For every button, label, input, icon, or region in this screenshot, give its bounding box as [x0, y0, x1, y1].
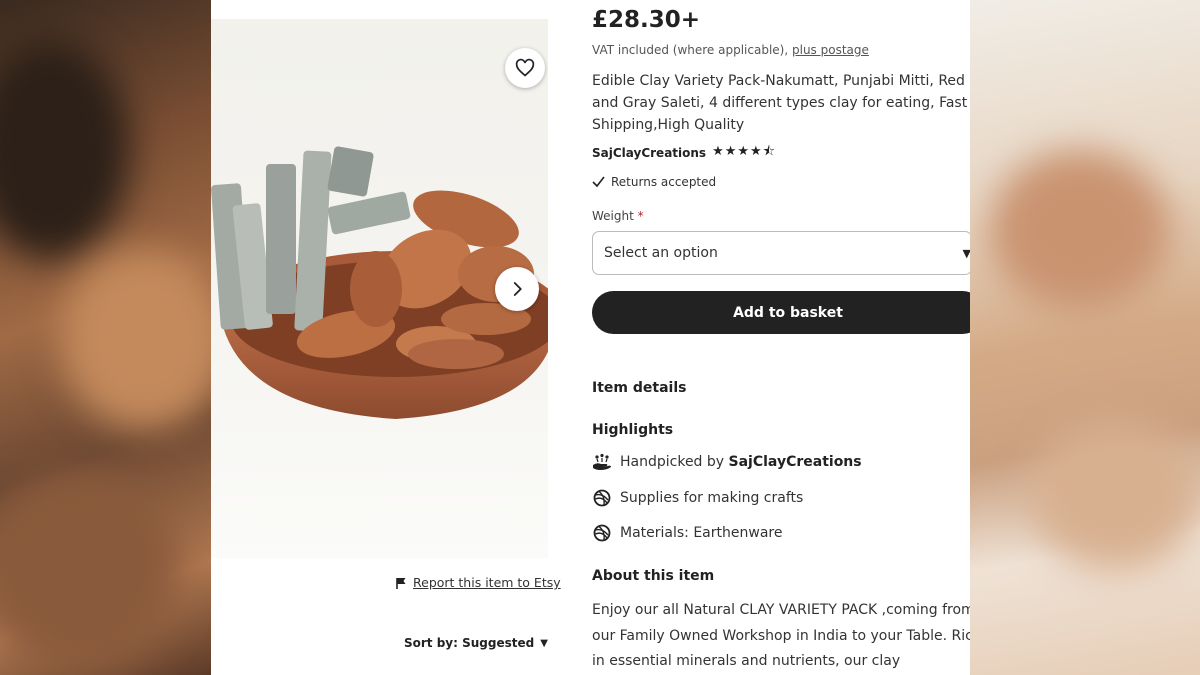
- weight-label: Weight *: [592, 209, 644, 223]
- highlight-supplies: Supplies for making crafts: [592, 488, 803, 508]
- product-page: Report this item to Etsy Sort by: Sugges…: [211, 0, 970, 675]
- caret-down-icon: ▼: [540, 637, 548, 649]
- shop-name[interactable]: SajClayCreations: [592, 146, 706, 160]
- report-item[interactable]: Report this item to Etsy: [396, 575, 561, 590]
- highlight-text: Materials: Earthenware: [620, 525, 783, 541]
- favorite-button[interactable]: [505, 48, 545, 88]
- highlight-text: Handpicked by: [620, 454, 725, 470]
- blurred-backdrop-left: [0, 0, 211, 675]
- sort-dropdown[interactable]: Sort by: Suggested ▼: [404, 636, 548, 650]
- listing-title: Edible Clay Variety Pack-Nakumatt, Punja…: [592, 73, 968, 133]
- weight-label-text: Weight: [592, 209, 634, 223]
- highlight-text: Supplies for making crafts: [620, 490, 804, 506]
- returns-text: Returns accepted: [611, 175, 717, 189]
- sort-label: Sort by: Suggested: [404, 636, 535, 650]
- chevron-right-icon: [513, 282, 522, 296]
- caret-down-icon: ▼: [962, 247, 970, 260]
- rating-stars: ★★★★⯪: [712, 144, 777, 159]
- hand-icon: [593, 453, 611, 470]
- weight-select-value: Select an option: [604, 245, 718, 261]
- heart-icon: [515, 58, 535, 77]
- highlight-shop-link[interactable]: SajClayCreations: [729, 454, 862, 470]
- blurred-backdrop-right: [970, 0, 1200, 675]
- item-details-toggle[interactable]: Item details: [592, 380, 686, 396]
- next-image-button[interactable]: [495, 267, 539, 311]
- required-mark: *: [637, 209, 644, 223]
- report-link[interactable]: Report this item to Etsy: [413, 575, 561, 590]
- returns-note: Returns accepted: [592, 175, 716, 189]
- shop-row: SajClayCreations ★★★★⯪: [592, 142, 776, 164]
- vat-note: VAT included (where applicable), plus po…: [592, 43, 869, 57]
- postage-link[interactable]: plus postage: [792, 43, 869, 57]
- highlight-handpicked: Handpicked by SajClayCreations: [592, 453, 862, 471]
- yarn-ball-icon: [593, 489, 611, 507]
- product-image[interactable]: [211, 19, 548, 558]
- highlight-materials: Materials: Earthenware: [592, 523, 782, 543]
- weight-select[interactable]: Select an option ▼: [592, 231, 970, 275]
- yarn-ball-icon: [593, 524, 611, 542]
- flag-icon: [396, 577, 406, 589]
- highlights-heading: Highlights: [592, 422, 674, 438]
- price: £28.30+: [592, 7, 701, 33]
- add-to-basket-button[interactable]: Add to basket: [592, 291, 970, 334]
- about-heading: About this item: [592, 568, 715, 584]
- checkmark-icon: [592, 176, 605, 188]
- about-text: Enjoy our all Natural CLAY VARIETY PACK …: [592, 602, 970, 669]
- vat-text: VAT included (where applicable),: [592, 43, 789, 57]
